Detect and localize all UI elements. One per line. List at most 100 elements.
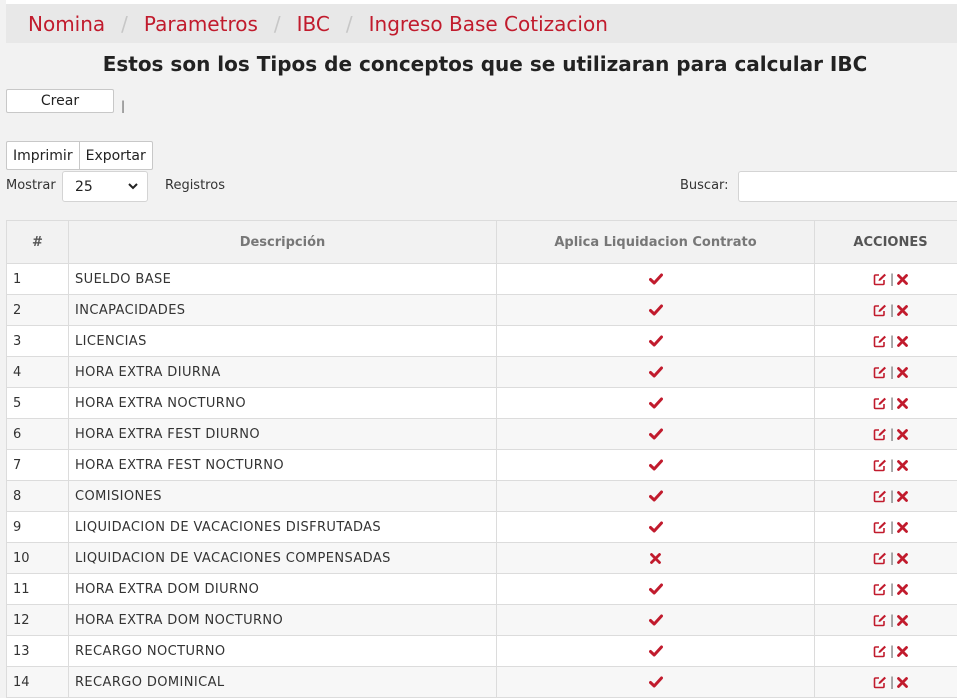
delete-icon[interactable] [897, 520, 908, 535]
row-actions: | [815, 295, 957, 326]
row-actions: | [815, 543, 957, 574]
table-row: 1SUELDO BASE| [7, 264, 957, 295]
delete-icon[interactable] [897, 303, 908, 318]
row-description: COMISIONES [69, 481, 497, 512]
crear-button[interactable]: Crear [6, 89, 114, 113]
row-description: LICENCIAS [69, 326, 497, 357]
page-length-select[interactable]: 25 [62, 171, 148, 202]
row-aplica [497, 357, 815, 388]
search-label: Buscar: [680, 178, 729, 193]
row-actions: | [815, 326, 957, 357]
edit-icon[interactable] [873, 489, 887, 504]
row-number: 4 [7, 357, 69, 388]
row-aplica [497, 512, 815, 543]
header-aplica[interactable]: Aplica Liquidacion Contrato [497, 221, 815, 264]
delete-icon[interactable] [897, 551, 908, 566]
row-description: RECARGO NOCTURNO [69, 636, 497, 667]
page-title: Estos son los Tipos de conceptos que se … [0, 52, 957, 76]
table-body: 1SUELDO BASE|2INCAPACIDADES|3LICENCIAS | 4… [7, 264, 957, 698]
row-number: 3 [7, 326, 69, 357]
edit-icon[interactable] [873, 582, 887, 597]
edit-icon[interactable] [873, 551, 887, 566]
row-description: RECARGO DOMINICAL [69, 667, 497, 698]
row-actions: | [815, 636, 957, 667]
edit-icon[interactable] [873, 396, 887, 411]
row-number: 2 [7, 295, 69, 326]
action-separator: | [890, 365, 894, 379]
breadcrumb-separator: / [105, 12, 128, 36]
check-icon [649, 272, 663, 287]
header-number[interactable]: # [7, 221, 69, 264]
header-descripcion[interactable]: Descripción [69, 221, 497, 264]
row-number: 6 [7, 419, 69, 450]
delete-icon[interactable] [897, 613, 908, 628]
row-number: 9 [7, 512, 69, 543]
row-description: HORA EXTRA FEST NOCTURNO [69, 450, 497, 481]
row-actions: | [815, 450, 957, 481]
row-aplica [497, 667, 815, 698]
edit-icon[interactable] [873, 365, 887, 380]
table-row: 12HORA EXTRA DOM NOCTURNO| [7, 605, 957, 636]
delete-icon[interactable] [897, 365, 908, 380]
edit-icon[interactable] [873, 427, 887, 442]
check-icon [649, 303, 663, 318]
breadcrumb: Nomina / Parametros / IBC / Ingreso Base… [6, 4, 957, 43]
check-icon [649, 365, 663, 380]
edit-icon[interactable] [873, 303, 887, 318]
edit-icon[interactable] [873, 520, 887, 535]
table-row: 11HORA EXTRA DOM DIURNO| [7, 574, 957, 605]
action-separator: | [890, 520, 894, 534]
exportar-button[interactable]: Exportar [79, 142, 152, 169]
delete-icon[interactable] [897, 582, 908, 597]
table-row: 14RECARGO DOMINICAL | [7, 667, 957, 698]
action-separator: | [890, 551, 894, 565]
x-icon [650, 551, 661, 566]
action-separator: | [890, 675, 894, 689]
delete-icon[interactable] [897, 396, 908, 411]
breadcrumb-separator: / [330, 12, 353, 36]
delete-icon[interactable] [897, 458, 908, 473]
row-aplica [497, 388, 815, 419]
export-button-group: Imprimir Exportar [6, 141, 153, 170]
edit-icon[interactable] [873, 272, 887, 287]
row-number: 13 [7, 636, 69, 667]
row-number: 7 [7, 450, 69, 481]
row-description: HORA EXTRA DOM NOCTURNO [69, 605, 497, 636]
check-icon [649, 334, 663, 349]
edit-icon[interactable] [873, 613, 887, 628]
breadcrumb-ibc[interactable]: IBC [281, 12, 330, 36]
action-separator: | [890, 644, 894, 658]
edit-icon[interactable] [873, 644, 887, 659]
row-actions: | [815, 357, 957, 388]
delete-icon[interactable] [897, 272, 908, 287]
row-number: 14 [7, 667, 69, 698]
breadcrumb-current: Ingreso Base Cotizacion [353, 12, 608, 36]
edit-icon[interactable] [873, 675, 887, 690]
row-number: 5 [7, 388, 69, 419]
row-number: 1 [7, 264, 69, 295]
row-aplica [497, 295, 815, 326]
action-separator: | [890, 396, 894, 410]
delete-icon[interactable] [897, 489, 908, 504]
table-row: 13RECARGO NOCTURNO | [7, 636, 957, 667]
row-description: HORA EXTRA DOM DIURNO [69, 574, 497, 605]
row-aplica [497, 264, 815, 295]
check-icon [649, 644, 663, 659]
delete-icon[interactable] [897, 334, 908, 349]
delete-icon[interactable] [897, 644, 908, 659]
delete-icon[interactable] [897, 675, 908, 690]
search-input[interactable] [738, 171, 957, 202]
row-description: LIQUIDACION DE VACACIONES COMPENSADAS [69, 543, 497, 574]
delete-icon[interactable] [897, 427, 908, 442]
table-row: 2INCAPACIDADES| [7, 295, 957, 326]
check-icon [649, 427, 663, 442]
imprimir-button[interactable]: Imprimir [7, 142, 79, 169]
breadcrumb-parametros[interactable]: Parametros [128, 12, 258, 36]
table-row: 6HORA EXTRA FEST DIURNO| [7, 419, 957, 450]
table-row: 8COMISIONES| [7, 481, 957, 512]
edit-icon[interactable] [873, 458, 887, 473]
edit-icon[interactable] [873, 334, 887, 349]
concepts-table: # Descripción Aplica Liquidacion Contrat… [6, 220, 957, 698]
check-icon [649, 458, 663, 473]
breadcrumb-nomina[interactable]: Nomina [6, 12, 105, 36]
